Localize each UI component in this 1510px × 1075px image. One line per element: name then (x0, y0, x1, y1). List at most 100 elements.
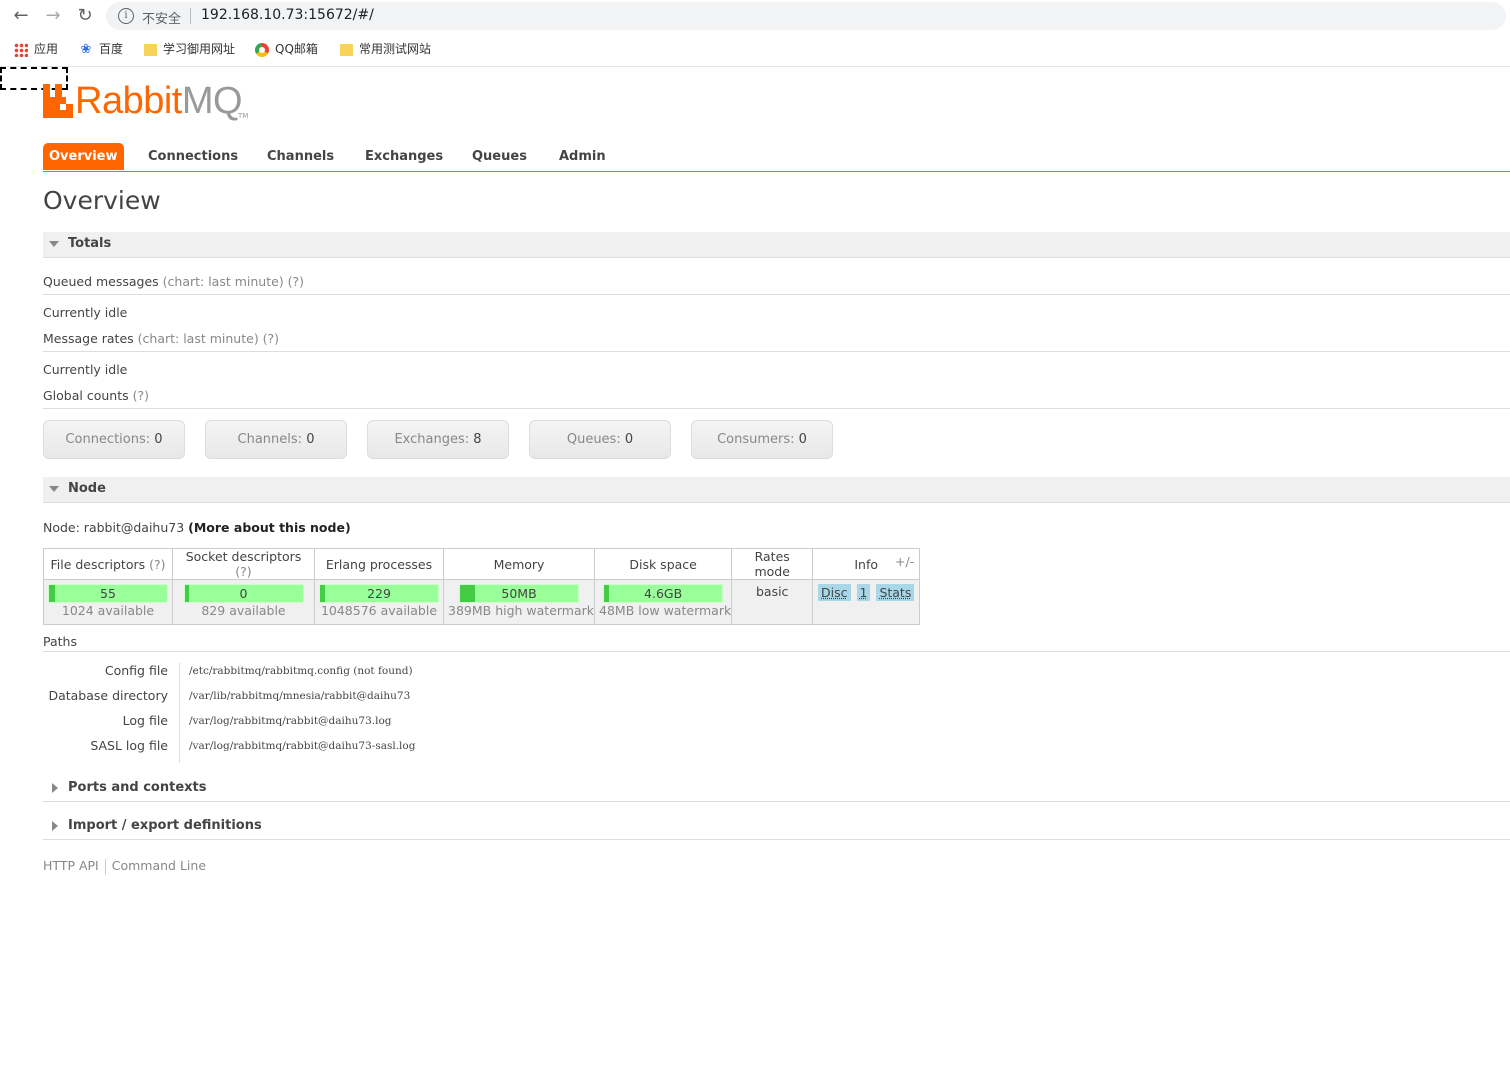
help-link[interactable]: (?) (133, 388, 149, 403)
arrow-right-icon[interactable]: → (42, 5, 64, 27)
paths-header: Paths (43, 634, 1510, 652)
cell-info: Disc 1 Stats (812, 579, 921, 625)
tab-admin[interactable]: Admin (553, 143, 612, 170)
help-link[interactable]: (?) (149, 557, 165, 572)
tab-queues[interactable]: Queues (466, 143, 533, 170)
count-value: 0 (798, 432, 807, 447)
count-label: Channels: (237, 432, 303, 447)
reload-icon[interactable]: ↻ (74, 5, 96, 27)
main-tabs: Overview Connections Channels Exchanges … (43, 143, 1510, 172)
socket-descriptors-available: 829 available (201, 603, 286, 618)
count-value: 0 (624, 432, 634, 447)
divider (179, 663, 180, 688)
help-link[interactable]: (?) (235, 564, 251, 579)
http-api-link[interactable]: HTTP API (43, 858, 99, 873)
section-title: Ports and contexts (68, 780, 207, 795)
divider (179, 738, 180, 763)
collapse-triangle-icon (49, 486, 59, 492)
info-tag-disc[interactable]: Disc (818, 584, 851, 601)
queued-status: Currently idle (43, 305, 128, 320)
url-text[interactable]: 192.168.10.73:15672/#/ (201, 7, 374, 23)
section-title: Import / export definitions (68, 818, 262, 833)
qq-mail-icon (255, 42, 269, 57)
node-name: Node: rabbit@daihu73 (43, 520, 185, 535)
bookmark-label: QQ邮箱 (275, 42, 318, 56)
import-export-section-header[interactable]: Import / export definitions (43, 814, 1510, 840)
tab-channels[interactable]: Channels (261, 143, 340, 170)
header-socket-descriptors: Socket descriptors (?) (172, 548, 315, 580)
path-key: Database directory (48, 688, 168, 703)
count-value: 8 (473, 432, 482, 447)
column-toggle[interactable]: +/- (895, 554, 914, 569)
baidu-paw-icon: ❀ (80, 41, 92, 57)
info-tag-stats[interactable]: Stats (876, 584, 915, 601)
cell-socket-descriptors: 0 829 available (172, 579, 315, 625)
chart-options-link[interactable]: (chart: last minute) (?) (138, 331, 279, 346)
totals-section-header[interactable]: Totals (43, 232, 1510, 258)
path-row-database: Database directory /var/lib/rabbitmq/mne… (43, 688, 543, 713)
path-row-sasl-log: SASL log file /var/log/rabbitmq/rabbit@d… (43, 738, 543, 763)
count-exchanges[interactable]: Exchanges: 8 (367, 420, 509, 459)
section-title: Totals (68, 236, 112, 251)
expand-triangle-icon (52, 783, 58, 793)
divider (179, 688, 180, 713)
erlang-processes-available: 1048576 available (320, 603, 438, 618)
bookmark-qqmail[interactable]: QQ邮箱 (255, 40, 318, 58)
memory-watermark: 389MB high watermark (448, 603, 595, 618)
memory-bar: 50MB (459, 584, 580, 603)
rates-status: Currently idle (43, 362, 128, 377)
page-title: Overview (43, 186, 161, 215)
command-line-link[interactable]: Command Line (112, 858, 206, 873)
file-descriptors-bar: 55 (48, 584, 168, 603)
bookmark-label: 百度 (99, 42, 124, 56)
count-connections[interactable]: Connections: 0 (43, 420, 185, 459)
tab-connections[interactable]: Connections (142, 143, 244, 170)
bookmark-label: 常用测试网站 (359, 42, 432, 56)
count-queues[interactable]: Queues: 0 (529, 420, 671, 459)
count-label: Queues: (566, 432, 621, 447)
divider (179, 713, 180, 738)
message-rates-header: Message rates (chart: last minute) (?) (43, 331, 1510, 352)
header-disk-space: Disk space (594, 548, 733, 580)
count-channels[interactable]: Channels: 0 (205, 420, 347, 459)
erlang-processes-bar: 229 (319, 584, 439, 603)
rabbit-logo-icon (43, 84, 73, 118)
folder-icon (144, 43, 157, 56)
more-about-node-link[interactable]: (More about this node) (188, 520, 351, 535)
disk-space-bar: 4.6GB (603, 584, 724, 603)
arrow-left-icon[interactable]: ← (10, 5, 32, 27)
address-bar[interactable]: i 不安全 192.168.10.73:15672/#/ (106, 2, 1506, 30)
chart-options-link[interactable]: (chart: last minute) (?) (163, 274, 304, 289)
info-icon[interactable]: i (118, 8, 134, 24)
bookmark-test-sites[interactable]: 常用测试网站 (340, 40, 431, 58)
divider (104, 858, 106, 875)
expand-triangle-icon (52, 821, 58, 831)
bookmarks-bar: 应用 ❀ 百度 学习御用网址 QQ邮箱 常用测试网站 (0, 36, 1510, 60)
bookmark-apps[interactable]: 应用 (14, 40, 58, 58)
header-file-descriptors: File descriptors (?) (43, 548, 173, 580)
ports-section-header[interactable]: Ports and contexts (43, 776, 1510, 802)
security-label: 不安全 (142, 12, 182, 27)
disk-watermark: 48MB low watermark (599, 603, 732, 618)
bookmark-label: 学习御用网址 (163, 42, 236, 56)
bookmark-baidu[interactable]: ❀ 百度 (79, 40, 123, 58)
queued-messages-header: Queued messages (chart: last minute) (?) (43, 274, 1510, 295)
node-section-header[interactable]: Node (43, 477, 1510, 503)
subsection-title: Message rates (43, 331, 134, 346)
tab-overview[interactable]: Overview (43, 143, 124, 170)
info-tag-count[interactable]: 1 (856, 584, 871, 601)
file-descriptors-available: 1024 available (61, 603, 155, 618)
folder-icon (340, 43, 353, 56)
section-title: Node (68, 481, 106, 496)
bookmark-study[interactable]: 学习御用网址 (144, 40, 235, 58)
node-table: File descriptors (?) Socket descriptors … (43, 548, 921, 625)
path-key: SASL log file (90, 738, 168, 753)
header-erlang-processes: Erlang processes (314, 548, 444, 580)
collapse-triangle-icon (49, 241, 59, 247)
tab-exchanges[interactable]: Exchanges (359, 143, 449, 170)
cell-file-descriptors: 55 1024 available (43, 579, 173, 625)
path-row-log: Log file /var/log/rabbitmq/rabbit@daihu7… (43, 713, 543, 738)
count-consumers[interactable]: Consumers: 0 (691, 420, 833, 459)
rates-mode-value: basic (755, 584, 789, 599)
header-rates-mode: Rates mode (731, 548, 814, 580)
